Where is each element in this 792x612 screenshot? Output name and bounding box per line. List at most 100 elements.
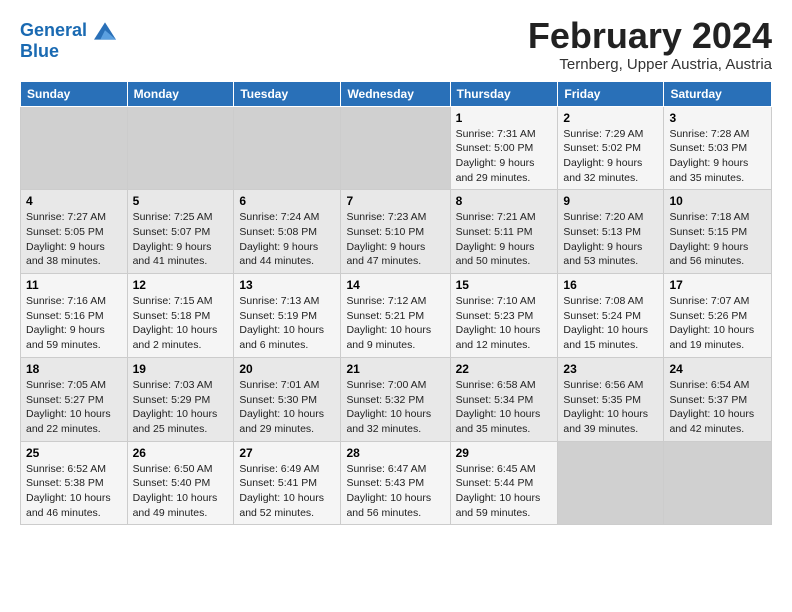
day-number: 28 xyxy=(346,446,444,460)
day-cell: 9 Sunrise: 7:20 AM Sunset: 5:13 PM Daylig… xyxy=(558,190,664,274)
day-info: Sunrise: 7:13 AM Sunset: 5:19 PM Dayligh… xyxy=(239,294,335,353)
day-cell: 22 Sunrise: 6:58 AM Sunset: 5:34 PM Dayli… xyxy=(450,357,558,441)
day-cell xyxy=(664,441,772,525)
day-cell: 10 Sunrise: 7:18 AM Sunset: 5:15 PM Dayli… xyxy=(664,190,772,274)
day-cell: 29Sunrise: 6:45 AM Sunset: 5:44 PM Dayli… xyxy=(450,441,558,525)
day-number: 23 xyxy=(563,362,658,376)
day-cell: 12Sunrise: 7:15 AM Sunset: 5:18 PM Dayli… xyxy=(127,274,234,358)
day-cell: 4 Sunrise: 7:27 AM Sunset: 5:05 PM Daylig… xyxy=(21,190,128,274)
day-number: 22 xyxy=(456,362,553,376)
col-header-saturday: Saturday xyxy=(664,81,772,106)
day-number: 2 xyxy=(563,111,658,125)
day-info: Sunrise: 7:28 AM Sunset: 5:03 PM Dayligh… xyxy=(669,127,766,186)
col-header-tuesday: Tuesday xyxy=(234,81,341,106)
day-number: 7 xyxy=(346,194,444,208)
day-number: 24 xyxy=(669,362,766,376)
logo-blue: Blue xyxy=(20,42,116,62)
day-cell: 6 Sunrise: 7:24 AM Sunset: 5:08 PM Daylig… xyxy=(234,190,341,274)
day-info: Sunrise: 7:29 AM Sunset: 5:02 PM Dayligh… xyxy=(563,127,658,186)
day-cell: 26 Sunrise: 6:50 AM Sunset: 5:40 PM Dayli… xyxy=(127,441,234,525)
day-info: Sunrise: 7:05 AM Sunset: 5:27 PM Dayligh… xyxy=(26,378,122,437)
day-number: 5 xyxy=(133,194,229,208)
day-info: Sunrise: 7:08 AM Sunset: 5:24 PM Dayligh… xyxy=(563,294,658,353)
day-info: Sunrise: 7:12 AM Sunset: 5:21 PM Dayligh… xyxy=(346,294,444,353)
day-cell: 28 Sunrise: 6:47 AM Sunset: 5:43 PM Dayli… xyxy=(341,441,450,525)
day-info: Sunrise: 6:47 AM Sunset: 5:43 PM Dayligh… xyxy=(346,462,444,521)
day-number: 21 xyxy=(346,362,444,376)
day-cell: 24 Sunrise: 6:54 AM Sunset: 5:37 PM Dayli… xyxy=(664,357,772,441)
day-cell xyxy=(234,106,341,190)
day-number: 26 xyxy=(133,446,229,460)
day-cell: 20 Sunrise: 7:01 AM Sunset: 5:30 PM Dayli… xyxy=(234,357,341,441)
day-info: Sunrise: 7:20 AM Sunset: 5:13 PM Dayligh… xyxy=(563,210,658,269)
logo: General Blue xyxy=(20,20,116,62)
subtitle: Ternberg, Upper Austria, Austria xyxy=(528,56,772,73)
day-number: 19 xyxy=(133,362,229,376)
day-number: 14 xyxy=(346,278,444,292)
week-row-1: 1Sunrise: 7:31 AM Sunset: 5:00 PM Daylig… xyxy=(21,106,772,190)
day-info: Sunrise: 7:10 AM Sunset: 5:23 PM Dayligh… xyxy=(456,294,553,353)
day-info: Sunrise: 7:01 AM Sunset: 5:30 PM Dayligh… xyxy=(239,378,335,437)
day-info: Sunrise: 6:52 AM Sunset: 5:38 PM Dayligh… xyxy=(26,462,122,521)
day-info: Sunrise: 7:27 AM Sunset: 5:05 PM Dayligh… xyxy=(26,210,122,269)
day-info: Sunrise: 7:24 AM Sunset: 5:08 PM Dayligh… xyxy=(239,210,335,269)
week-row-2: 4 Sunrise: 7:27 AM Sunset: 5:05 PM Daylig… xyxy=(21,190,772,274)
day-cell: 17 Sunrise: 7:07 AM Sunset: 5:26 PM Dayli… xyxy=(664,274,772,358)
header-row: SundayMondayTuesdayWednesdayThursdayFrid… xyxy=(21,81,772,106)
day-cell xyxy=(558,441,664,525)
day-info: Sunrise: 7:25 AM Sunset: 5:07 PM Dayligh… xyxy=(133,210,229,269)
day-cell: 11 Sunrise: 7:16 AM Sunset: 5:16 PM Dayli… xyxy=(21,274,128,358)
col-header-monday: Monday xyxy=(127,81,234,106)
day-number: 9 xyxy=(563,194,658,208)
day-info: Sunrise: 6:49 AM Sunset: 5:41 PM Dayligh… xyxy=(239,462,335,521)
day-cell: 1Sunrise: 7:31 AM Sunset: 5:00 PM Daylig… xyxy=(450,106,558,190)
day-number: 1 xyxy=(456,111,553,125)
day-number: 29 xyxy=(456,446,553,460)
day-info: Sunrise: 7:00 AM Sunset: 5:32 PM Dayligh… xyxy=(346,378,444,437)
day-number: 4 xyxy=(26,194,122,208)
day-info: Sunrise: 6:56 AM Sunset: 5:35 PM Dayligh… xyxy=(563,378,658,437)
day-cell xyxy=(21,106,128,190)
week-row-4: 18Sunrise: 7:05 AM Sunset: 5:27 PM Dayli… xyxy=(21,357,772,441)
day-cell: 5 Sunrise: 7:25 AM Sunset: 5:07 PM Daylig… xyxy=(127,190,234,274)
day-info: Sunrise: 7:18 AM Sunset: 5:15 PM Dayligh… xyxy=(669,210,766,269)
day-number: 6 xyxy=(239,194,335,208)
day-number: 15 xyxy=(456,278,553,292)
day-info: Sunrise: 6:58 AM Sunset: 5:34 PM Dayligh… xyxy=(456,378,553,437)
week-row-3: 11 Sunrise: 7:16 AM Sunset: 5:16 PM Dayli… xyxy=(21,274,772,358)
day-number: 10 xyxy=(669,194,766,208)
day-cell: 16 Sunrise: 7:08 AM Sunset: 5:24 PM Dayli… xyxy=(558,274,664,358)
logo-general: General xyxy=(20,20,87,40)
day-info: Sunrise: 6:54 AM Sunset: 5:37 PM Dayligh… xyxy=(669,378,766,437)
main-title: February 2024 xyxy=(528,16,772,56)
day-cell: 27Sunrise: 6:49 AM Sunset: 5:41 PM Dayli… xyxy=(234,441,341,525)
day-info: Sunrise: 6:50 AM Sunset: 5:40 PM Dayligh… xyxy=(133,462,229,521)
day-cell: 2 Sunrise: 7:29 AM Sunset: 5:02 PM Daylig… xyxy=(558,106,664,190)
day-cell: 18Sunrise: 7:05 AM Sunset: 5:27 PM Dayli… xyxy=(21,357,128,441)
page-header: General Blue February 2024 Ternberg, Upp… xyxy=(20,16,772,73)
day-number: 25 xyxy=(26,446,122,460)
col-header-sunday: Sunday xyxy=(21,81,128,106)
day-cell: 7 Sunrise: 7:23 AM Sunset: 5:10 PM Daylig… xyxy=(341,190,450,274)
day-cell: 8Sunrise: 7:21 AM Sunset: 5:11 PM Daylig… xyxy=(450,190,558,274)
day-number: 20 xyxy=(239,362,335,376)
day-cell xyxy=(127,106,234,190)
day-cell: 23 Sunrise: 6:56 AM Sunset: 5:35 PM Dayli… xyxy=(558,357,664,441)
day-cell xyxy=(341,106,450,190)
day-info: Sunrise: 7:16 AM Sunset: 5:16 PM Dayligh… xyxy=(26,294,122,353)
calendar-body: 1Sunrise: 7:31 AM Sunset: 5:00 PM Daylig… xyxy=(21,106,772,525)
day-cell: 14 Sunrise: 7:12 AM Sunset: 5:21 PM Dayli… xyxy=(341,274,450,358)
calendar-table: SundayMondayTuesdayWednesdayThursdayFrid… xyxy=(20,81,772,526)
day-cell: 13Sunrise: 7:13 AM Sunset: 5:19 PM Dayli… xyxy=(234,274,341,358)
day-number: 16 xyxy=(563,278,658,292)
col-header-friday: Friday xyxy=(558,81,664,106)
col-header-thursday: Thursday xyxy=(450,81,558,106)
day-number: 17 xyxy=(669,278,766,292)
day-info: Sunrise: 7:21 AM Sunset: 5:11 PM Dayligh… xyxy=(456,210,553,269)
day-number: 11 xyxy=(26,278,122,292)
day-info: Sunrise: 7:07 AM Sunset: 5:26 PM Dayligh… xyxy=(669,294,766,353)
logo-text: General xyxy=(20,20,116,42)
day-info: Sunrise: 7:03 AM Sunset: 5:29 PM Dayligh… xyxy=(133,378,229,437)
title-block: February 2024 Ternberg, Upper Austria, A… xyxy=(528,16,772,73)
day-info: Sunrise: 7:23 AM Sunset: 5:10 PM Dayligh… xyxy=(346,210,444,269)
